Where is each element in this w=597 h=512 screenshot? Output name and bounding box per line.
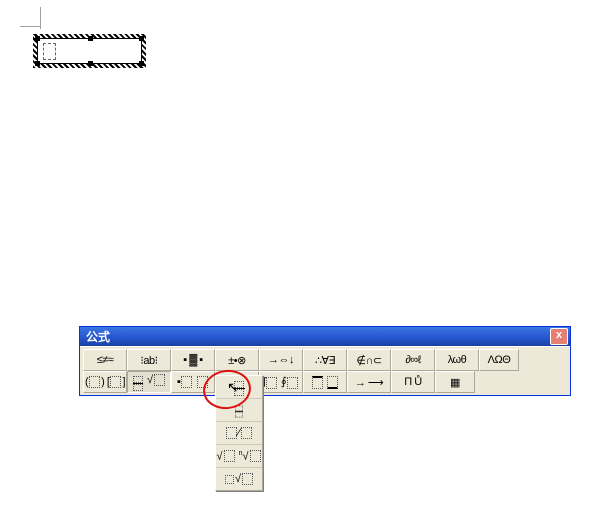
prod-icon: Π Ů	[404, 376, 421, 388]
larrow-icon: → ⟶	[355, 376, 383, 389]
template-row: () [] √ ▪ Σ Σ ∫ ∮ → ⟶ Π Ů	[83, 371, 567, 393]
misc-symbols[interactable]: ∂∞ℓ	[391, 349, 435, 371]
operators[interactable]: ±•⊗	[215, 349, 259, 371]
ruler-mark-h	[20, 26, 40, 27]
matrices[interactable]: ▦	[435, 371, 475, 393]
over-under-bar[interactable]	[303, 371, 347, 393]
arrows[interactable]: →⇔↓	[259, 349, 303, 371]
relational-symbols[interactable]: ≤≠≈	[83, 349, 127, 371]
input-slot[interactable]	[43, 43, 56, 60]
greek-lower[interactable]: λωθ	[435, 349, 479, 371]
spaces-dots[interactable]: ⁝ab⁝	[127, 349, 171, 371]
set-icon: ∉∩⊂	[356, 354, 381, 367]
fences-icon: () []	[85, 376, 125, 388]
fractions-radicals[interactable]: √	[127, 371, 171, 393]
sqrt-icon: √ n√	[216, 450, 261, 463]
integral[interactable]: ∫ ∮	[259, 371, 303, 393]
close-button[interactable]: x	[550, 328, 568, 345]
frac-small-icon	[233, 402, 245, 419]
window-title: 公式	[86, 328, 550, 345]
resize-handle[interactable]	[88, 36, 93, 41]
greek-l-icon: λωθ	[448, 354, 467, 366]
resize-handle[interactable]	[35, 36, 40, 41]
fraction-full[interactable]	[216, 376, 262, 398]
subsup-icon: ▪	[177, 376, 209, 388]
products[interactable]: Π Ů	[391, 371, 435, 393]
frac-icon: √	[132, 374, 165, 391]
fraction-slash[interactable]: ∕	[216, 421, 262, 444]
fences[interactable]: () []	[83, 371, 127, 393]
operators-icon: ±•⊗	[228, 354, 246, 367]
nroot-icon: √	[224, 473, 254, 485]
embellishments[interactable]: ▪ ▓ ▪	[171, 349, 215, 371]
symbol-row: ≤≠≈ ⁝ab⁝ ▪ ▓ ▪ ±•⊗ →⇔↓ ∴∀∃ ∉∩⊂ ∂∞ℓ λωθ Λ…	[83, 349, 567, 371]
toolbar: ≤≠≈ ⁝ab⁝ ▪ ▓ ▪ ±•⊗ →⇔↓ ∴∀∃ ∉∩⊂ ∂∞ℓ λωθ Λ…	[80, 346, 570, 395]
bar-icon	[311, 376, 340, 389]
misc-icon: ∂∞ℓ	[405, 354, 420, 366]
frac-slash-icon: ∕	[225, 427, 253, 439]
resize-handle[interactable]	[88, 61, 93, 66]
logical[interactable]: ∴∀∃	[303, 349, 347, 371]
radical[interactable]: √ n√	[216, 444, 262, 467]
logical-icon: ∴∀∃	[315, 354, 335, 367]
fraction-radical-popup: ↖ ∕ √ n√ √	[215, 375, 263, 491]
fraction-small[interactable]	[216, 398, 262, 421]
spaces-icon: ⁝ab⁝	[140, 354, 157, 367]
equation-object[interactable]	[37, 38, 142, 64]
relational-icon: ≤≠≈	[97, 354, 114, 366]
matrix-icon: ▦	[450, 376, 460, 389]
frac-full-icon	[233, 379, 245, 396]
resize-handle[interactable]	[139, 61, 144, 66]
labeled-arrows[interactable]: → ⟶	[347, 371, 391, 393]
embellish-icon: ▪ ▓ ▪	[183, 354, 202, 366]
greek-upper[interactable]: ΛΩΘ	[479, 349, 519, 371]
set-theory[interactable]: ∉∩⊂	[347, 349, 391, 371]
ruler-mark-v	[40, 7, 41, 29]
resize-handle[interactable]	[139, 36, 144, 41]
arrows-icon: →⇔↓	[268, 354, 294, 366]
greek-u-icon: ΛΩΘ	[488, 354, 511, 366]
titlebar[interactable]: 公式 x	[80, 327, 570, 346]
resize-handle[interactable]	[35, 61, 40, 66]
equation-toolbar-window: 公式 x ≤≠≈ ⁝ab⁝ ▪ ▓ ▪ ±•⊗ →⇔↓ ∴∀∃ ∉∩⊂ ∂∞ℓ …	[79, 326, 571, 396]
sub-super[interactable]: ▪	[171, 371, 215, 393]
nth-root[interactable]: √	[216, 467, 262, 490]
int-icon: ∫ ∮	[263, 375, 299, 388]
